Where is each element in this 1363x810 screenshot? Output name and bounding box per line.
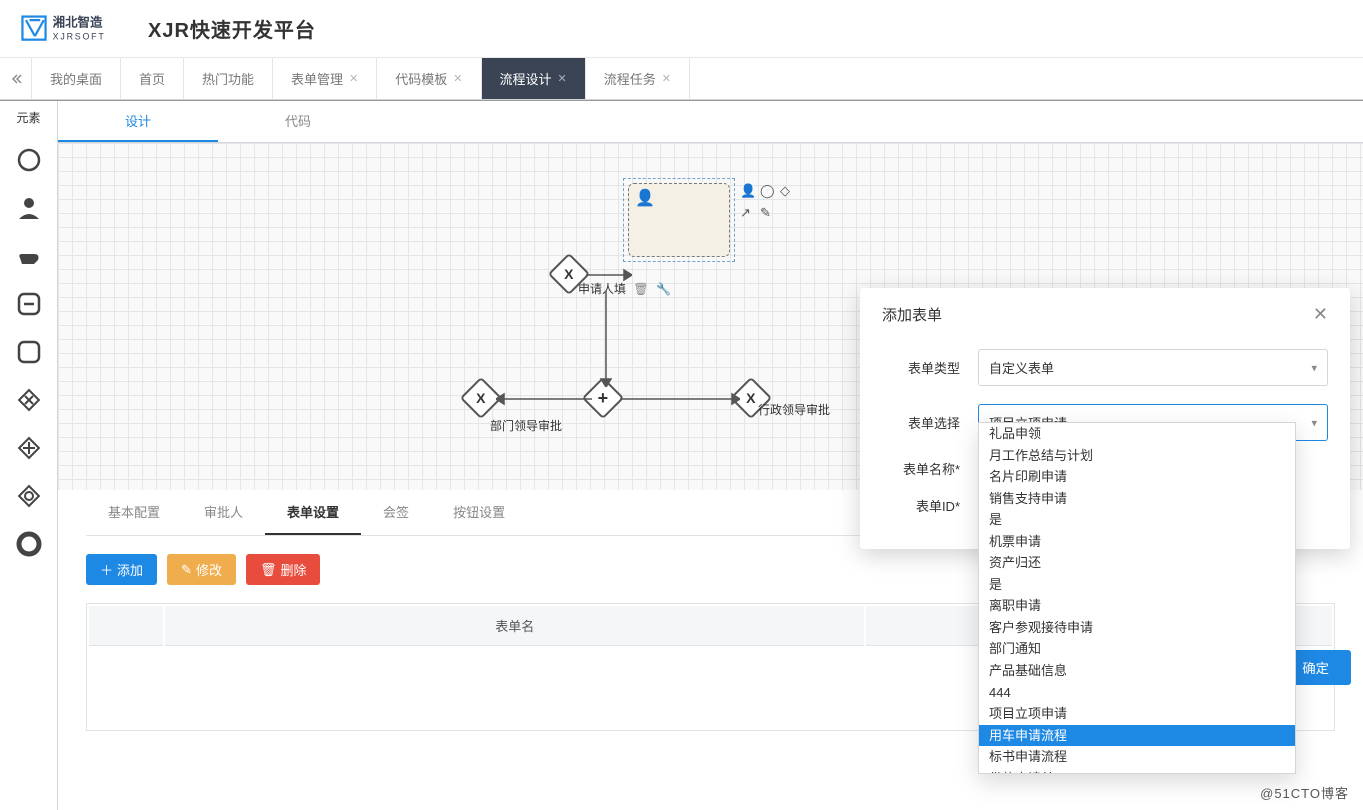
trash-icon: 🗑 — [260, 562, 277, 578]
tool-user[interactable] — [12, 191, 46, 225]
close-icon[interactable]: ✕ — [453, 72, 462, 85]
plus-icon: ＋ — [100, 560, 113, 579]
subtab-code[interactable]: 代码 — [218, 101, 378, 142]
user-icon: 👤 — [740, 183, 754, 197]
tab-desktop[interactable]: 我的桌面 — [32, 58, 121, 99]
dropdown-item[interactable]: 项目立项申请 — [979, 703, 1295, 725]
edit-icon: ✎ — [181, 562, 192, 578]
label-dept-approve: 部门领导审批 — [490, 417, 562, 434]
tool-circle[interactable] — [12, 143, 46, 177]
tab-home[interactable]: 首页 — [121, 58, 184, 99]
brand-cn: 湘北智造 — [53, 14, 103, 29]
close-icon[interactable]: ✕ — [558, 72, 567, 85]
label-form-type: 表单类型 — [882, 358, 978, 377]
tabs-row: 我的桌面 首页 热门功能 表单管理✕ 代码模板✕ 流程设计✕ 流程任务✕ — [0, 58, 1363, 100]
tool-box[interactable] — [12, 335, 46, 369]
app-title: XJR快速开发平台 — [148, 14, 316, 43]
diamond-icon: ◇ — [780, 183, 794, 197]
dropdown-item[interactable]: 月工作总结与计划 — [979, 445, 1295, 467]
dropdown-item[interactable]: 标书申请流程 — [979, 746, 1295, 768]
settings-tab-approver[interactable]: 审批人 — [182, 490, 265, 535]
label-form-select: 表单选择 — [882, 413, 978, 432]
dropdown-item[interactable]: 是 — [979, 509, 1295, 531]
tabs-scroll-left[interactable] — [0, 58, 32, 99]
dropdown-item[interactable]: 资产归还 — [979, 552, 1295, 574]
chevron-down-icon: ▾ — [1311, 361, 1317, 374]
add-button[interactable]: ＋添加 — [86, 554, 157, 585]
tab-flow-task[interactable]: 流程任务✕ — [586, 58, 690, 99]
dropdown-item[interactable]: 部门通知 — [979, 638, 1295, 660]
tool-hand[interactable] — [12, 239, 46, 273]
label-admin-approve: 行政领导审批 — [758, 401, 830, 418]
arrow-icon: ↗ — [740, 205, 754, 219]
settings-tab-base[interactable]: 基本配置 — [86, 490, 182, 535]
brand-en: XJRSOFT — [53, 31, 106, 41]
dropdown-item[interactable]: 离职申请 — [979, 595, 1295, 617]
label-form-id: 表单ID* — [882, 496, 978, 515]
tab-code-tpl[interactable]: 代码模板✕ — [377, 58, 481, 99]
elements-palette: 元素 — [0, 101, 58, 810]
dropdown-item[interactable]: 是 — [979, 574, 1295, 596]
edit-icon: ✎ — [760, 205, 774, 219]
dropdown-item[interactable]: 客户参观接待申请 — [979, 617, 1295, 639]
dropdown-item[interactable]: 销售支持申请 — [979, 488, 1295, 510]
circle-icon: ◯ — [760, 183, 774, 197]
select-form-type[interactable]: 自定义表单▾ — [978, 349, 1328, 386]
modal-close[interactable]: ✕ — [1313, 304, 1328, 325]
dropdown-item[interactable]: 机票申请 — [979, 531, 1295, 553]
tab-hot[interactable]: 热门功能 — [184, 58, 273, 99]
subtab-design[interactable]: 设计 — [58, 101, 218, 142]
label-form-name: 表单名称* — [882, 459, 978, 478]
tab-form-mgmt[interactable]: 表单管理✕ — [273, 58, 377, 99]
tool-diamond-circle[interactable] — [12, 479, 46, 513]
tool-thick-circle[interactable] — [12, 527, 46, 561]
palette-title: 元素 — [16, 101, 40, 136]
delete-button[interactable]: 🗑删除 — [246, 554, 321, 585]
brand-header: 湘北智造 XJRSOFT XJR快速开发平台 — [0, 0, 1363, 58]
tab-flow-design[interactable]: 流程设计✕ — [482, 58, 586, 99]
dropdown-item[interactable]: 借款申请单 — [979, 768, 1295, 774]
settings-tab-buttons[interactable]: 按钮设置 — [431, 490, 527, 535]
dropdown-item[interactable]: 名片印刷申请 — [979, 466, 1295, 488]
dropdown-item[interactable]: 产品基础信息 — [979, 660, 1295, 682]
trash-icon: 🗑 — [633, 282, 648, 296]
brand-logo: 湘北智造 XJRSOFT — [14, 13, 134, 45]
tool-diamond-plus[interactable] — [12, 431, 46, 465]
tool-minus-box[interactable] — [12, 287, 46, 321]
dropdown-item[interactable]: 444 — [979, 682, 1295, 704]
chevron-down-icon: ▾ — [1311, 416, 1317, 429]
col-form-name: 表单名 — [165, 606, 864, 646]
design-subtabs: 设计 代码 — [58, 101, 1363, 143]
node-side-tools[interactable]: 👤 ◯ ◇ ↗ ✎ — [740, 183, 794, 219]
wrench-icon: 🔧 — [656, 282, 671, 296]
modal-title: 添加表单 — [882, 304, 942, 325]
close-icon[interactable]: ✕ — [662, 72, 671, 85]
edit-button[interactable]: ✎修改 — [167, 554, 236, 585]
flow-node-user-activity[interactable]: 👤 — [628, 183, 730, 257]
form-select-dropdown[interactable]: 礼品申领月工作总结与计划名片印刷申请销售支持申请是机票申请资产归还是离职申请客户… — [978, 422, 1296, 774]
tool-diamond-x[interactable] — [12, 383, 46, 417]
watermark: @51CTO博客 — [1260, 783, 1349, 802]
settings-tab-form[interactable]: 表单设置 — [265, 490, 361, 535]
dropdown-item[interactable]: 用车申请流程 — [979, 725, 1295, 747]
close-icon[interactable]: ✕ — [349, 72, 358, 85]
dropdown-item[interactable]: 礼品申领 — [979, 423, 1295, 445]
user-icon: 👤 — [635, 188, 655, 208]
settings-tab-countersign[interactable]: 会签 — [361, 490, 431, 535]
